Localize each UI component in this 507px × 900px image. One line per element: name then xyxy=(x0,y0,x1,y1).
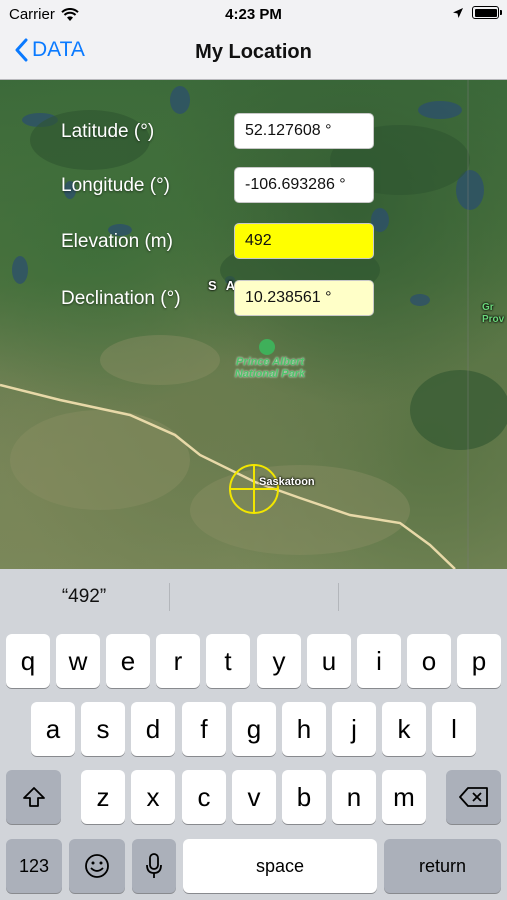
key-c[interactable]: c xyxy=(182,770,226,824)
shift-key[interactable] xyxy=(6,770,61,824)
suggestion-bar: “492” xyxy=(0,569,507,625)
location-crosshair xyxy=(229,464,279,514)
key-m[interactable]: m xyxy=(382,770,426,824)
key-o[interactable]: o xyxy=(407,634,451,688)
latitude-row: Latitude (°) 52.127608 ° xyxy=(0,113,507,151)
microphone-icon xyxy=(146,853,162,878)
battery-icon xyxy=(472,6,502,19)
park-icon[interactable] xyxy=(259,339,275,355)
backspace-key[interactable] xyxy=(446,770,501,824)
key-y[interactable]: y xyxy=(257,634,301,688)
return-key[interactable]: return xyxy=(384,839,501,893)
key-k[interactable]: k xyxy=(382,702,426,756)
navigation-bar: DATA My Location xyxy=(0,28,507,80)
key-g[interactable]: g xyxy=(232,702,276,756)
dictation-key[interactable] xyxy=(132,839,176,893)
suggestion-2[interactable] xyxy=(170,569,338,625)
emoji-icon xyxy=(85,854,109,878)
elevation-label: Elevation (m) xyxy=(61,231,173,252)
key-p[interactable]: p xyxy=(457,634,501,688)
key-j[interactable]: j xyxy=(332,702,376,756)
emoji-key[interactable] xyxy=(69,839,125,893)
satellite-map[interactable]: Latitude (°) 52.127608 ° Longitude (°) -… xyxy=(0,80,507,569)
key-x[interactable]: x xyxy=(131,770,175,824)
key-r[interactable]: r xyxy=(156,634,200,688)
suggestion-3[interactable] xyxy=(339,569,507,625)
edge-map-label: Gr Prov xyxy=(482,302,505,325)
key-n[interactable]: n xyxy=(332,770,376,824)
key-d[interactable]: d xyxy=(131,702,175,756)
latitude-field[interactable]: 52.127608 ° xyxy=(234,113,374,149)
numbers-key[interactable]: 123 xyxy=(6,839,62,893)
key-i[interactable]: i xyxy=(357,634,401,688)
status-bar: Carrier 4:23 PM xyxy=(0,0,507,28)
longitude-field[interactable]: -106.693286 ° xyxy=(234,167,374,203)
backspace-icon xyxy=(458,787,488,807)
key-e[interactable]: e xyxy=(106,634,150,688)
key-s[interactable]: s xyxy=(81,702,125,756)
longitude-row: Longitude (°) -106.693286 ° xyxy=(0,167,507,205)
key-v[interactable]: v xyxy=(232,770,276,824)
key-f[interactable]: f xyxy=(182,702,226,756)
park-label: Prince Albert National Park xyxy=(234,356,306,380)
key-l[interactable]: l xyxy=(432,702,476,756)
declination-row: Declination (°) 10.238561 ° xyxy=(0,280,507,318)
latitude-label: Latitude (°) xyxy=(61,121,155,142)
key-q[interactable]: q xyxy=(6,634,50,688)
key-h[interactable]: h xyxy=(282,702,326,756)
key-w[interactable]: w xyxy=(56,634,100,688)
map-terrain xyxy=(0,80,507,569)
city-label: Saskatoon xyxy=(259,476,315,488)
shift-icon xyxy=(22,787,45,807)
key-b[interactable]: b xyxy=(282,770,326,824)
key-t[interactable]: t xyxy=(206,634,250,688)
elevation-field[interactable]: 492 xyxy=(234,223,374,259)
keyboard: “492” q w e r t y u i o p a s d f g h j … xyxy=(0,569,507,900)
declination-field[interactable]: 10.238561 ° xyxy=(234,280,374,316)
clock: 4:23 PM xyxy=(225,6,282,23)
suggestion-1[interactable]: “492” xyxy=(0,569,168,625)
page-title: My Location xyxy=(195,41,312,63)
space-key[interactable]: space xyxy=(183,839,377,893)
elevation-row: Elevation (m) 492 xyxy=(0,223,507,261)
longitude-label: Longitude (°) xyxy=(61,175,170,196)
location-arrow-icon xyxy=(453,7,463,18)
declination-label: Declination (°) xyxy=(61,288,181,309)
key-z[interactable]: z xyxy=(81,770,125,824)
key-a[interactable]: a xyxy=(31,702,75,756)
key-u[interactable]: u xyxy=(307,634,351,688)
